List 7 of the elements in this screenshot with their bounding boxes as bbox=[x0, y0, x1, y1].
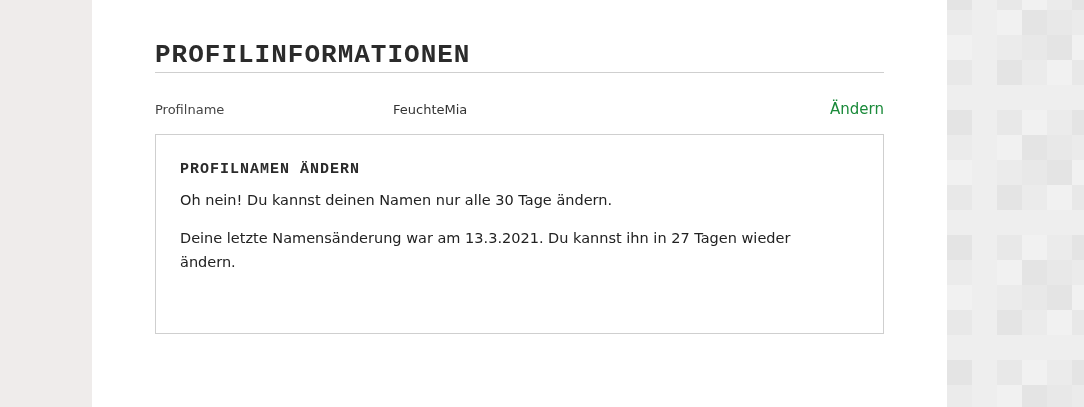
field-value: FeuchteMia bbox=[393, 101, 469, 117]
field-label: Profilname bbox=[155, 101, 226, 117]
message-text: Deine letzte Namensänderung war am 13.3.2021. Du kannst ihn in 27 Tagen wieder ändern. bbox=[180, 229, 792, 272]
dialog-title: PROFILNAMEN ÄNDERN bbox=[180, 161, 362, 178]
section-title: PROFILINFORMATIONEN bbox=[155, 39, 472, 72]
message-text: Oh nein! Du kannst deinen Namen nur alle 30 Tage ändern. bbox=[180, 191, 614, 210]
change-link[interactable]: Ändern bbox=[830, 100, 884, 118]
